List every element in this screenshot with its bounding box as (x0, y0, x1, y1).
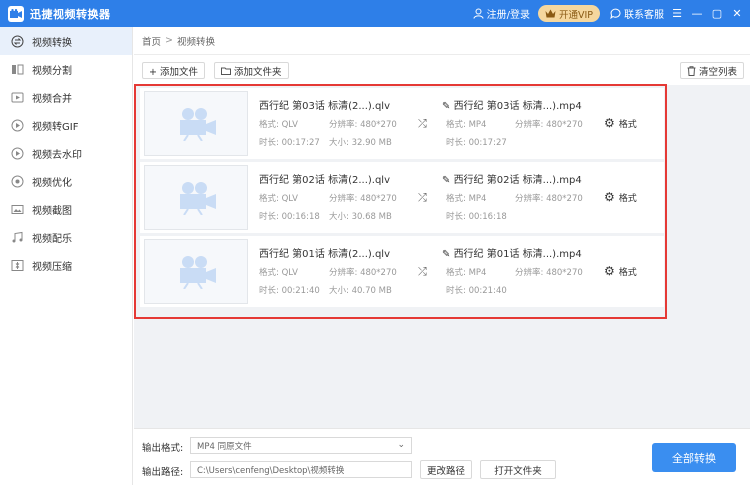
sidebar-item-label: 视频截图 (32, 205, 72, 217)
convert-all-button[interactable]: 全部转换 (652, 443, 736, 472)
login-label: 注册/登录 (486, 10, 530, 21)
sidebar-item-screenshot[interactable]: 视频截图 (0, 195, 132, 223)
add-file-button[interactable]: + 添加文件 (142, 62, 205, 79)
clear-list-button[interactable]: 清空列表 (680, 62, 745, 79)
open-folder-label: 打开文件夹 (494, 465, 542, 477)
output-format-value: MP4 同原文件 (197, 441, 252, 452)
output-format-label: 输出格式: (142, 443, 184, 454)
sidebar-item-label: 视频去水印 (32, 149, 82, 161)
convert-icon (10, 34, 24, 48)
sidebar-item-label: 视频配乐 (32, 233, 72, 245)
output-path-field[interactable]: C:\Users\cenfeng\Desktop\视频转换 (190, 461, 412, 478)
sidebar-item-merge[interactable]: 视频合并 (0, 83, 132, 111)
minimize-icon[interactable]: — (690, 7, 704, 20)
breadcrumb-home[interactable]: 首页 (142, 34, 161, 48)
user-icon (473, 8, 484, 19)
change-path-label: 更改路径 (426, 465, 465, 477)
add-folder-label: 添加文件夹 (234, 66, 282, 78)
menu-icon[interactable]: ☰ (670, 7, 684, 20)
breadcrumb-separator: > (165, 35, 173, 46)
sidebar-item-split[interactable]: 视频分割 (0, 55, 132, 83)
title-bar: 迅捷视频转换器 注册/登录 开通VIP 联系客服 ☰ — ▢ ✕ (0, 0, 750, 27)
sidebar-item-label: 视频转GIF (32, 121, 79, 133)
highlight-box (134, 84, 667, 319)
convert-all-label: 全部转换 (672, 451, 716, 465)
trash-icon (687, 65, 696, 76)
open-folder-button[interactable]: 打开文件夹 (480, 460, 556, 479)
login-link[interactable]: 注册/登录 (473, 6, 530, 21)
support-link[interactable]: 联系客服 (610, 6, 664, 21)
output-format-select[interactable]: MP4 同原文件 ⌄ (190, 437, 412, 454)
sidebar-item-label: 视频合并 (32, 93, 72, 105)
app-title: 迅捷视频转换器 (30, 7, 111, 21)
watermark-icon (10, 146, 24, 160)
app-logo-icon (8, 5, 24, 22)
vip-label: 开通VIP (558, 9, 593, 21)
output-panel: 输出格式: MP4 同原文件 ⌄ 输出路径: C:\Users\cenfeng\… (134, 428, 750, 485)
chevron-down-icon: ⌄ (397, 440, 405, 450)
sidebar-item-optimize[interactable]: 视频优化 (0, 167, 132, 195)
sidebar-item-compress[interactable]: 视频压缩 (0, 251, 132, 279)
sidebar-item-convert[interactable]: 视频转换 (0, 27, 132, 55)
split-icon (10, 62, 24, 76)
sidebar-item-label: 视频分割 (32, 65, 72, 77)
sidebar: 视频转换 视频分割 视频合并 视频转GIF 视频去水印 视频优化 视频截图 视频… (0, 27, 133, 485)
screenshot-icon (10, 202, 24, 216)
maximize-icon[interactable]: ▢ (710, 7, 724, 20)
music-icon (10, 230, 24, 244)
support-label: 联系客服 (624, 10, 664, 21)
clear-list-label: 清空列表 (699, 66, 738, 78)
chat-icon (610, 8, 621, 19)
vip-button[interactable]: 开通VIP (537, 5, 600, 22)
sidebar-item-label: 视频优化 (32, 177, 72, 189)
optimize-icon (10, 174, 24, 188)
add-file-label: + 添加文件 (149, 66, 198, 78)
crown-icon (545, 9, 556, 18)
add-folder-button[interactable]: 添加文件夹 (214, 62, 289, 79)
output-path-label: 输出路径: (142, 467, 184, 478)
sidebar-item-gif[interactable]: 视频转GIF (0, 111, 132, 139)
toolbar: + 添加文件 添加文件夹 清空列表 (134, 55, 750, 85)
merge-icon (10, 90, 24, 104)
sidebar-item-label: 视频转换 (32, 37, 72, 49)
sidebar-item-music[interactable]: 视频配乐 (0, 223, 132, 251)
compress-icon (10, 258, 24, 272)
change-path-button[interactable]: 更改路径 (420, 460, 472, 479)
breadcrumb: 首页 > 视频转换 (134, 27, 750, 55)
breadcrumb-current: 视频转换 (176, 36, 215, 48)
output-path-value: C:\Users\cenfeng\Desktop\视频转换 (197, 465, 345, 476)
sidebar-item-watermark[interactable]: 视频去水印 (0, 139, 132, 167)
close-icon[interactable]: ✕ (730, 7, 744, 20)
gif-icon (10, 118, 24, 132)
folder-icon (221, 67, 231, 75)
sidebar-item-label: 视频压缩 (32, 261, 72, 273)
